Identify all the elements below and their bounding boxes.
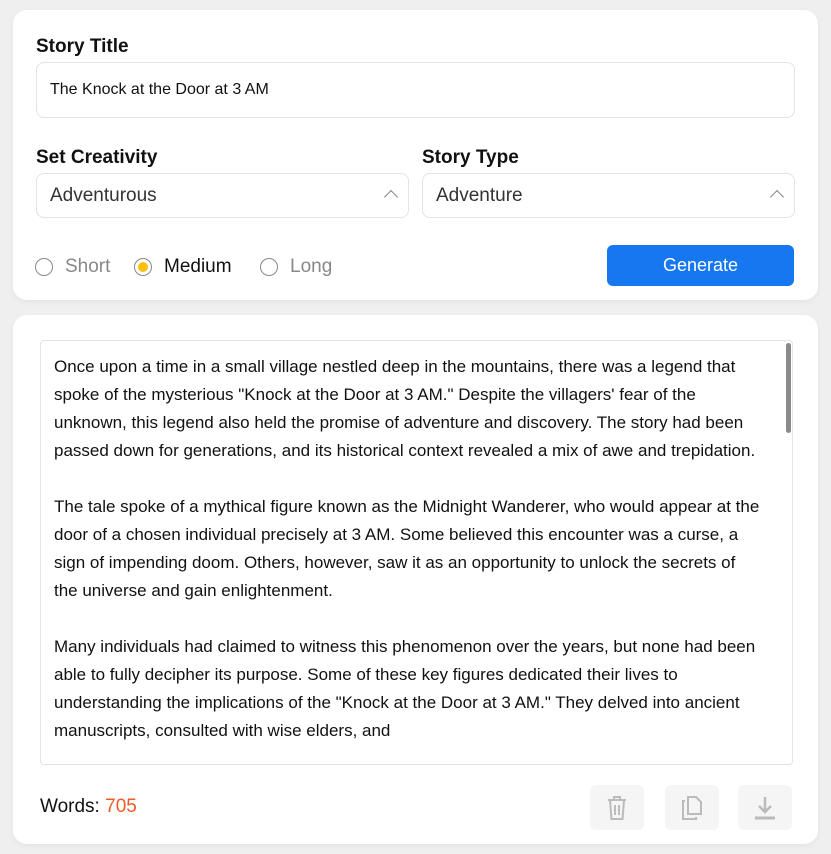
download-button[interactable] (738, 785, 792, 830)
radio-label: Medium (164, 256, 232, 277)
radio-label: Short (65, 256, 111, 277)
copy-button[interactable] (665, 785, 719, 830)
word-count-value: 705 (105, 796, 137, 817)
word-count: Words: 705 (40, 796, 137, 818)
copy-icon (682, 795, 702, 820)
delete-button[interactable] (590, 785, 644, 830)
type-label: Story Type (422, 147, 519, 168)
story-output: Once upon a time in a small village nest… (13, 315, 818, 844)
chevron-up-icon (769, 189, 785, 205)
generate-button[interactable]: Generate (607, 245, 794, 286)
chevron-up-icon (383, 189, 399, 205)
radio-medium[interactable]: Medium (134, 256, 232, 278)
title-input[interactable]: The Knock at the Door at 3 AM (36, 62, 795, 118)
story-paragraph: Once upon a time in a small village nest… (54, 357, 756, 460)
title-label: Story Title (36, 36, 129, 57)
creativity-value: Adventurous (50, 184, 157, 206)
trash-icon (608, 795, 626, 820)
story-paragraph: The tale spoke of a mythical figure know… (54, 497, 760, 600)
scrollbar-thumb[interactable] (786, 343, 791, 433)
radio-label: Long (290, 256, 333, 277)
creativity-label: Set Creativity (36, 147, 158, 168)
story-paragraph: Many individuals had claimed to witness … (54, 637, 756, 740)
type-value: Adventure (436, 184, 523, 206)
title-value: The Knock at the Door at 3 AM (50, 81, 269, 98)
radio-short[interactable]: Short (35, 256, 110, 278)
words-label: Words: (40, 796, 100, 817)
type-select[interactable]: Adventure (422, 173, 795, 218)
radio-long[interactable]: Long (260, 256, 332, 278)
download-icon (755, 796, 775, 819)
story-textarea[interactable]: Once upon a time in a small village nest… (40, 340, 793, 765)
story-form: Story Title The Knock at the Door at 3 A… (13, 10, 818, 300)
creativity-select[interactable]: Adventurous (36, 173, 409, 218)
